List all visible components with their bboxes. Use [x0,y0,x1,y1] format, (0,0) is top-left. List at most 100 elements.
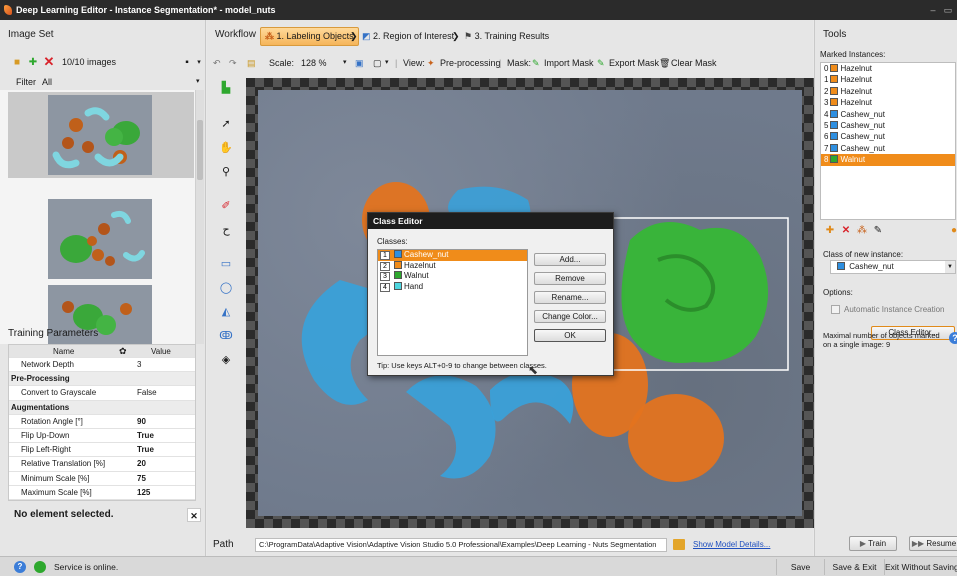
instance-item[interactable]: 4 Cashew_nut [821,109,955,120]
instance-item[interactable]: 5 Cashew_nut [821,120,955,131]
parameter-value[interactable]: 75 [137,472,146,486]
fit-view-icon[interactable]: ▣ [355,54,364,72]
automatic-instance-creation-checkbox[interactable] [831,305,840,314]
view-dropdown-icon[interactable]: ▾ [192,56,206,70]
class-color-swatch [394,260,402,269]
parameter-name: Network Depth [21,360,74,369]
filter-dropdown-icon[interactable]: ▾ [196,77,200,85]
rename-class-button[interactable]: Rename... [534,291,606,304]
thumbnail-2[interactable] [8,196,194,282]
close-icon[interactable]: ✕ [187,508,201,522]
polygon-tool-icon[interactable]: ◭ [216,302,236,322]
zoom-icon[interactable]: ⚲ [216,162,236,182]
layer-icon[interactable]: ▙ [216,78,236,98]
pointer-icon[interactable]: ➚ [216,114,236,134]
instance-item[interactable]: 0 Hazelnut [821,63,955,74]
class-item[interactable]: 1 Cashew_nut [378,250,527,261]
path-tool-icon[interactable]: ↂ [216,326,236,346]
parameter-row[interactable]: Convert to Grayscale False [9,386,195,401]
parameter-value[interactable]: 90 [137,415,146,429]
scrollbar-thumb[interactable] [197,120,203,180]
class-number: 3 [380,272,390,281]
ellipse-tool-icon[interactable]: ◯ [216,278,236,298]
ok-button[interactable]: OK [534,329,606,342]
parameter-value[interactable]: True [137,443,154,457]
step-region-of-interest[interactable]: ◩ 2. Region of Interest [362,27,454,46]
class-new-instance-select[interactable]: Cashew_nut ▼ [830,260,956,274]
maximize-icon[interactable]: ▭ [940,0,956,20]
path-label: Path [213,539,234,550]
browse-folder-icon[interactable] [673,539,685,550]
parameter-name: Relative Translation [%] [21,459,106,469]
parameter-row[interactable]: Network Depth 3 [9,358,195,373]
clear-mask-button[interactable]: Clear Mask [671,54,717,72]
thumbnails-scrollbar[interactable] [195,90,204,344]
parameter-value[interactable]: False [137,386,157,400]
instance-item[interactable]: 3 Hazelnut [821,97,955,108]
merge-instances-icon[interactable]: ⁂ [855,224,869,238]
resume-button[interactable]: ▶▶ Resume [909,536,957,551]
grid-dropdown-icon[interactable]: ▾ [385,54,389,72]
classes-list[interactable]: 1 Cashew_nut 2 Hazelnut 3 Walnut 4 Hand [377,249,528,356]
instance-item[interactable]: 8 Walnut [821,154,955,166]
filter-select[interactable]: All [42,77,52,87]
class-item[interactable]: 2 Hazelnut [378,260,527,272]
instance-item[interactable]: 2 Hazelnut [821,86,955,97]
grid-view-icon[interactable]: ▢ [373,54,382,72]
minimize-icon[interactable]: – [925,0,941,20]
add-instance-icon[interactable]: ✚ [823,224,837,238]
parameter-value[interactable]: 3 [137,358,141,372]
instance-item[interactable]: 6 Cashew_nut [821,131,955,142]
parameter-value[interactable]: 20 [137,457,146,471]
add-images-icon[interactable]: ✚ [26,56,40,70]
redo-icon[interactable]: ↷ [229,54,237,72]
scale-select[interactable]: 128 % [301,54,327,72]
rectangle-tool-icon[interactable]: ▭ [216,254,236,274]
parameter-row[interactable]: Maximum Scale [%] 125 [9,486,195,500]
hand-icon[interactable]: ✋ [216,138,236,158]
delete-instance-icon[interactable]: ✕ [839,224,853,238]
marked-instances-list[interactable]: 0 Hazelnut 1 Hazelnut 2 Hazelnut 3 Hazelnut 4 Cas… [820,62,956,220]
save-button[interactable]: Save [776,559,824,575]
lasso-icon[interactable]: ح [216,220,236,240]
preprocessing-toggle[interactable]: Pre-processing [440,54,501,72]
parameter-row[interactable]: Rotation Angle [°] 90 [9,415,195,429]
parameter-row[interactable]: Relative Translation [%] 20 [9,457,195,472]
edit-instance-icon[interactable]: ✎ [871,224,885,238]
parameter-row[interactable]: Flip Up-Down True [9,429,195,444]
export-mask-button[interactable]: Export Mask [609,54,659,72]
class-item[interactable]: 3 Walnut [378,271,527,282]
parameter-value[interactable]: True [137,429,154,443]
path-field[interactable]: C:\ProgramData\Adaptive Vision\Adaptive … [255,538,667,552]
open-folder-icon[interactable]: ■ [10,56,24,70]
instance-item[interactable]: 7 Cashew_nut [821,143,955,154]
remove-image-icon[interactable]: ✕ [42,55,56,69]
change-color-button[interactable]: Change Color... [534,310,606,323]
parameter-value[interactable]: 125 [137,486,150,500]
exit-without-saving-button[interactable]: Exit Without Saving [884,559,957,575]
undo-icon[interactable]: ↶ [213,54,221,72]
train-button[interactable]: ▶ Train [849,536,897,551]
class-name: Walnut [404,271,429,280]
settings-icon[interactable]: ✿ [119,345,127,358]
pencil-icon[interactable]: ✐ [216,196,236,216]
help-status-icon[interactable]: ? [14,561,26,573]
instance-item[interactable]: 1 Hazelnut [821,74,955,85]
save-exit-button[interactable]: Save & Exit [824,559,884,575]
step-training-results[interactable]: ⚑ 3. Training Results [464,27,549,46]
show-model-details-link[interactable]: Show Model Details... [693,540,770,549]
fill-tool-icon[interactable]: ◈ [216,350,236,370]
add-class-button[interactable]: Add... [534,253,606,266]
parameter-row[interactable]: Flip Left-Right True [9,443,195,458]
parameter-row[interactable]: Minimum Scale [%] 75 [9,472,195,486]
import-mask-button[interactable]: Import Mask [544,54,594,72]
class-item[interactable]: 4 Hand [378,281,527,293]
thumbnail-1[interactable] [8,92,194,178]
remove-class-button[interactable]: Remove [534,272,606,285]
parameter-name: Convert to Grayscale [21,388,97,398]
color-icon[interactable]: ● [947,224,957,238]
step-labeling-objects[interactable]: ⁂ 1. Labeling Objects [260,27,359,46]
help-icon[interactable]: ? [949,332,957,344]
scale-dropdown-icon[interactable]: ▾ [343,54,347,72]
notes-icon[interactable]: ▤ [247,54,256,72]
